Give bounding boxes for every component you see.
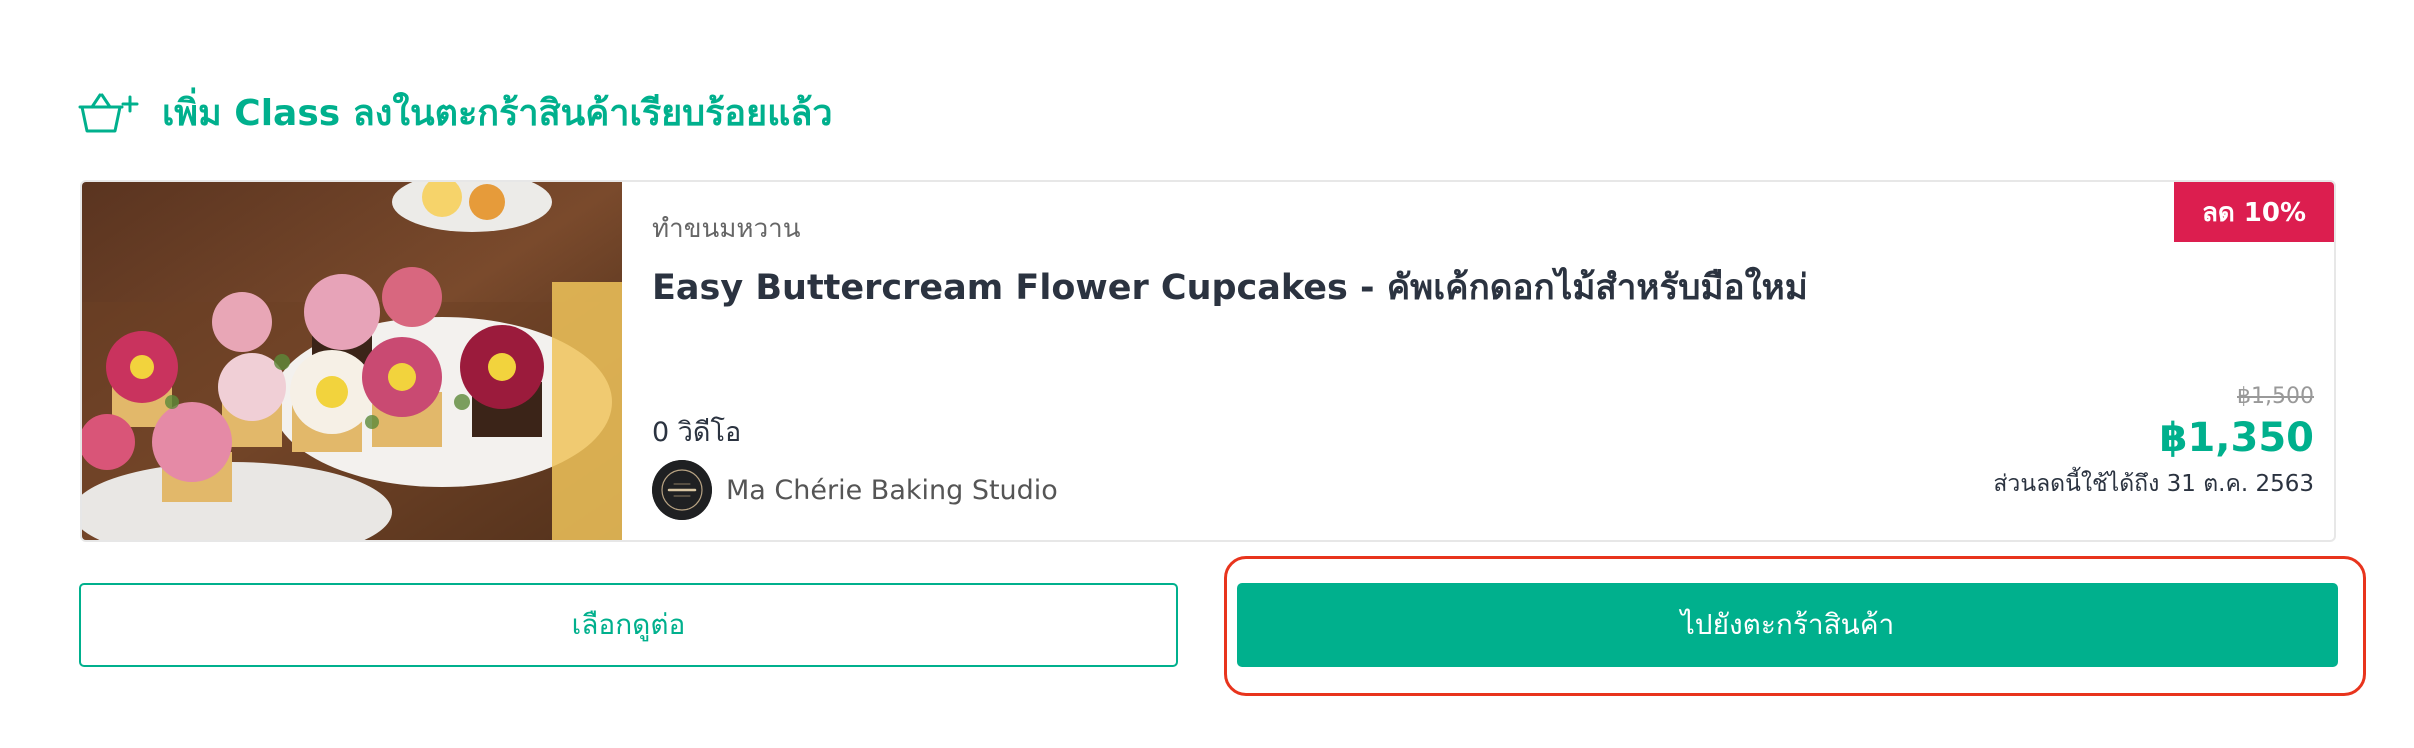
price-block: ฿1,500 ฿1,350 ส่วนลดนี้ใช้ได้ถึง 31 ต.ค.… (1993, 382, 2314, 504)
course-category: ทำขนมหวาน (652, 214, 801, 244)
continue-browsing-button[interactable]: เลือกดูต่อ (79, 583, 1178, 667)
video-count: 0 วิดีโอ (652, 417, 742, 448)
basket-plus-icon (78, 93, 139, 133)
add-to-cart-confirmation: เพิ่ม Class ลงในตะกร้าสินค้าเรียบร้อยแล้… (0, 0, 2414, 748)
go-to-cart-button[interactable]: ไปยังตะกร้าสินค้า (1237, 583, 2338, 667)
instructor-name[interactable]: Ma Chérie Baking Studio (726, 475, 1058, 506)
discount-badge: ลด 10% (2174, 182, 2334, 242)
instructor[interactable]: Ma Chérie Baking Studio (652, 460, 1058, 520)
confirmation-header: เพิ่ม Class ลงในตะกร้าสินค้าเรียบร้อยแล้… (78, 82, 833, 142)
sale-price: ฿1,350 (2159, 415, 2314, 461)
course-thumbnail[interactable] (82, 182, 622, 540)
course-title[interactable]: Easy Buttercream Flower Cupcakes - คัพเค… (652, 260, 1808, 315)
instructor-avatar (652, 460, 712, 520)
course-card[interactable]: ลด 10% ทำขนมหวาน Easy Buttercream Flower… (80, 180, 2336, 542)
cupcakes-image (82, 182, 622, 540)
original-price: ฿1,500 (2237, 384, 2314, 409)
studio-logo-icon (652, 460, 712, 520)
confirmation-message: เพิ่ม Class ลงในตะกร้าสินค้าเรียบร้อยแล้… (162, 92, 833, 134)
discount-validity: ส่วนลดนี้ใช้ได้ถึง 31 ต.ค. 2563 (1993, 471, 2314, 497)
